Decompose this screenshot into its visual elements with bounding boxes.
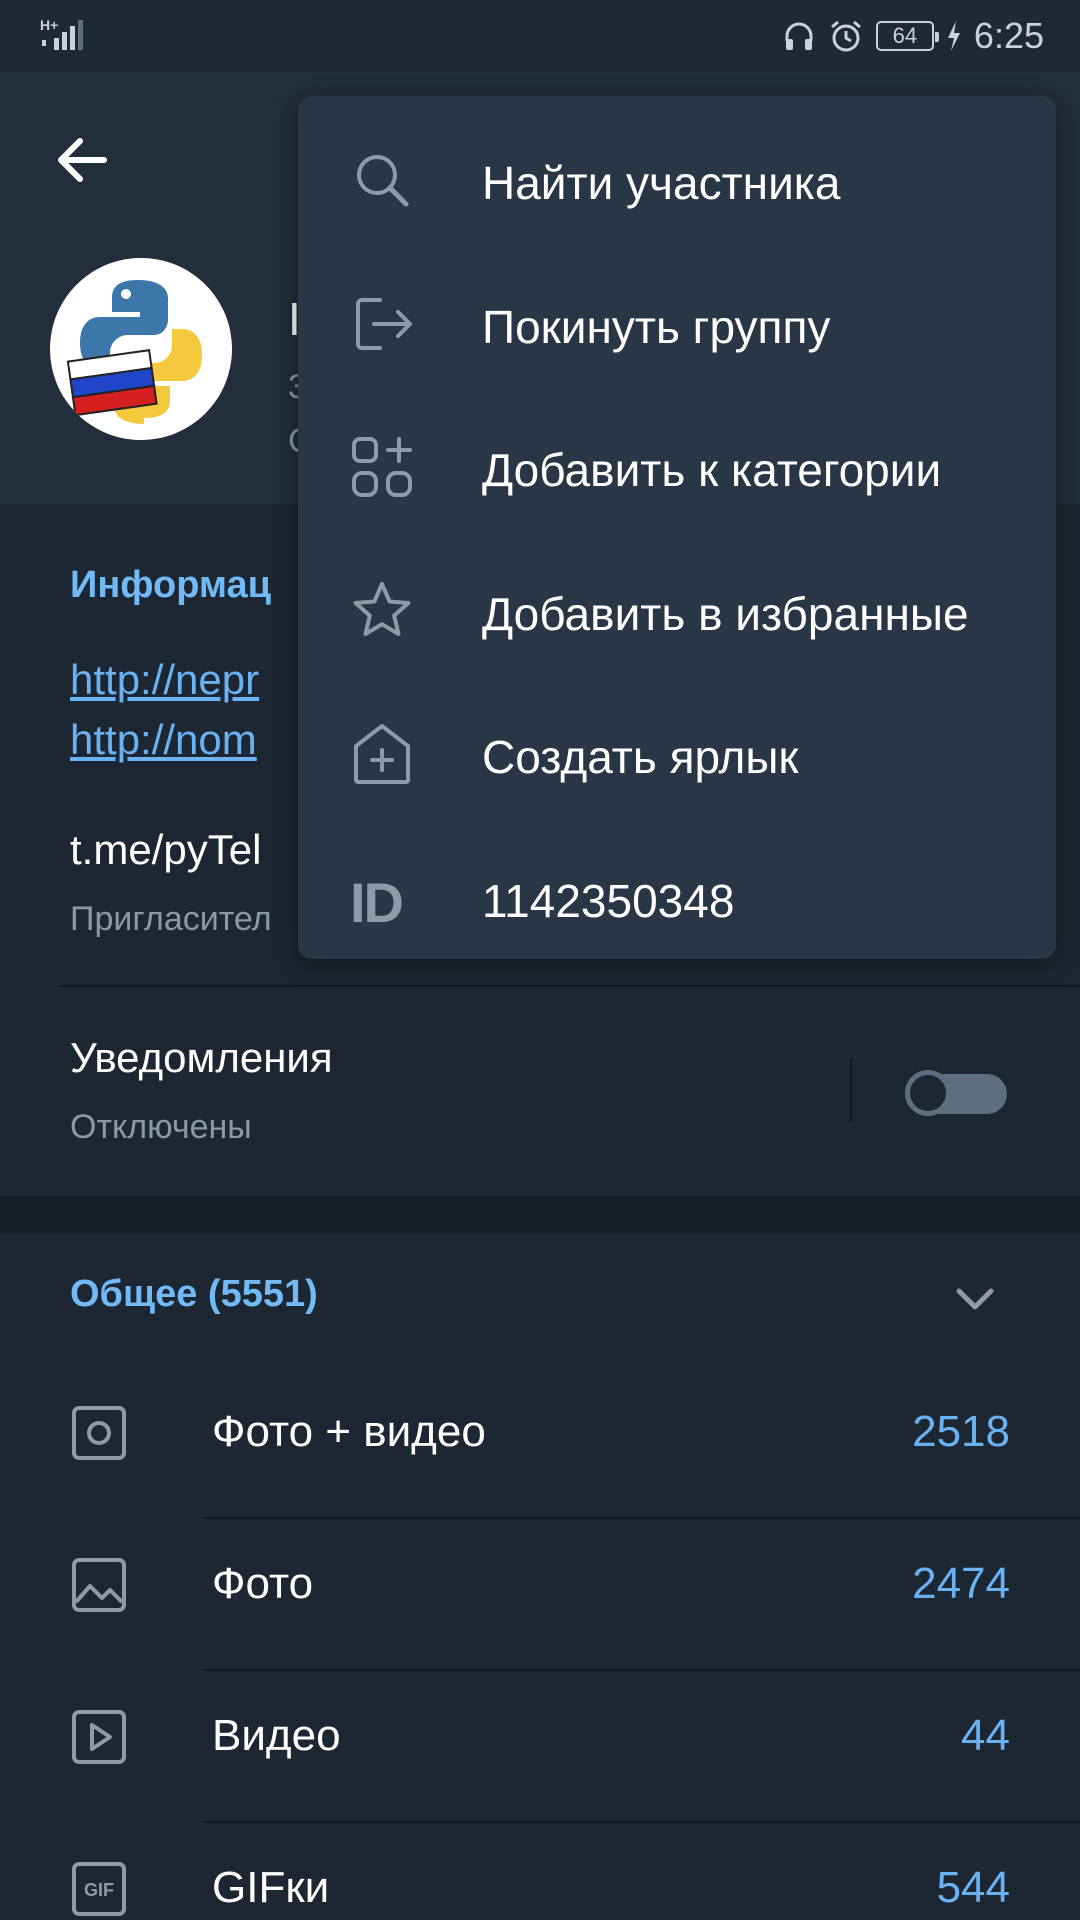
star-icon	[353, 581, 411, 636]
media-row-photo[interactable]: Фото 2474	[0, 1521, 1080, 1671]
media-row-label: GIFки	[212, 1863, 330, 1912]
media-row-count: 44	[961, 1711, 1010, 1760]
screen: H+ 64 6:25 I Информац http://nepr http:/…	[0, 0, 1080, 1920]
menu-item-search-member[interactable]: Найти участника	[298, 108, 1056, 252]
svg-text:GIF: GIF	[84, 1880, 114, 1900]
arrow-left-icon	[58, 138, 107, 182]
menu-item-create-shortcut[interactable]: Создать ярлык	[298, 682, 1056, 826]
description-link-2[interactable]: http://nom	[70, 716, 257, 764]
menu-item-label: Добавить к категории	[482, 444, 942, 496]
divider	[60, 985, 1080, 987]
menu-item-label: Покинуть группу	[482, 300, 831, 353]
back-button[interactable]	[50, 128, 114, 192]
alarm-icon	[830, 20, 861, 52]
notifications-toggle[interactable]	[905, 1070, 1009, 1116]
media-row-count: 2474	[912, 1559, 1010, 1608]
vertical-divider	[850, 1058, 852, 1122]
media-row-video[interactable]: Видео 44	[0, 1673, 1080, 1823]
toggle-knob	[905, 1070, 951, 1116]
headphones-icon	[785, 22, 813, 50]
menu-item-add-to-category[interactable]: Добавить к категории	[298, 395, 1056, 539]
info-section-title: Информац	[70, 564, 272, 606]
overflow-menu: Найти участника Покинуть группу Добавить…	[298, 96, 1056, 959]
battery-indicator: 64	[875, 21, 939, 51]
media-row-gif[interactable]: GIF GIFки 544	[0, 1825, 1080, 1920]
shared-media-title: Общее (5551)	[70, 1273, 318, 1315]
status-bar: H+ 64 6:25	[0, 0, 1080, 72]
photo-video-icon	[72, 1406, 126, 1460]
media-row-label: Фото	[212, 1559, 314, 1608]
divider	[204, 1821, 1080, 1823]
notifications-title[interactable]: Уведомления	[70, 1034, 333, 1082]
signal-icon: H+	[40, 17, 83, 50]
menu-item-label: 1142350348	[482, 874, 735, 927]
section-gap	[0, 1197, 1080, 1233]
chevron-down-icon	[956, 1288, 994, 1310]
svg-text:H+: H+	[40, 17, 58, 33]
category-add-icon	[352, 437, 412, 497]
menu-item-label: Создать ярлык	[482, 731, 799, 783]
media-row-photo-video[interactable]: Фото + видео 2518	[0, 1369, 1080, 1519]
media-row-label: Видео	[212, 1711, 341, 1760]
python-logo-icon	[50, 258, 232, 440]
menu-item-leave-group[interactable]: Покинуть группу	[298, 252, 1056, 396]
status-time: 6:25	[973, 15, 1044, 56]
media-row-count: 2518	[912, 1407, 1010, 1456]
menu-item-label: Найти участника	[482, 157, 841, 209]
gif-icon: GIF	[72, 1862, 126, 1916]
media-row-count: 544	[936, 1863, 1010, 1912]
invite-link[interactable]: t.me/pyTel	[70, 826, 261, 874]
signal-indicator: H+	[40, 16, 96, 61]
description-link-1[interactable]: http://nepr	[70, 656, 259, 704]
status-icons: 64 6:25	[782, 14, 1044, 58]
menu-item-copy-id[interactable]: ID 1142350348	[298, 826, 1056, 970]
divider	[204, 1669, 1080, 1671]
divider	[204, 1517, 1080, 1519]
notifications-status: Отключены	[70, 1108, 252, 1146]
invite-link-label: Пригласител	[70, 900, 272, 938]
collapse-button[interactable]	[950, 1273, 1000, 1323]
shortcut-icon	[354, 724, 410, 784]
group-avatar[interactable]	[50, 258, 232, 440]
menu-item-label: Добавить в избранные	[482, 587, 969, 640]
media-row-label: Фото + видео	[212, 1407, 486, 1456]
charging-icon	[947, 21, 960, 51]
play-icon	[72, 1710, 126, 1764]
id-icon: ID	[350, 870, 404, 934]
image-icon	[72, 1558, 126, 1612]
shared-media-section: Общее (5551) Фото + видео 2518 Фото 2474	[0, 1233, 1080, 1920]
search-icon	[357, 155, 409, 207]
menu-item-add-to-favorites[interactable]: Добавить в избранные	[298, 539, 1056, 683]
leave-icon	[356, 297, 412, 350]
